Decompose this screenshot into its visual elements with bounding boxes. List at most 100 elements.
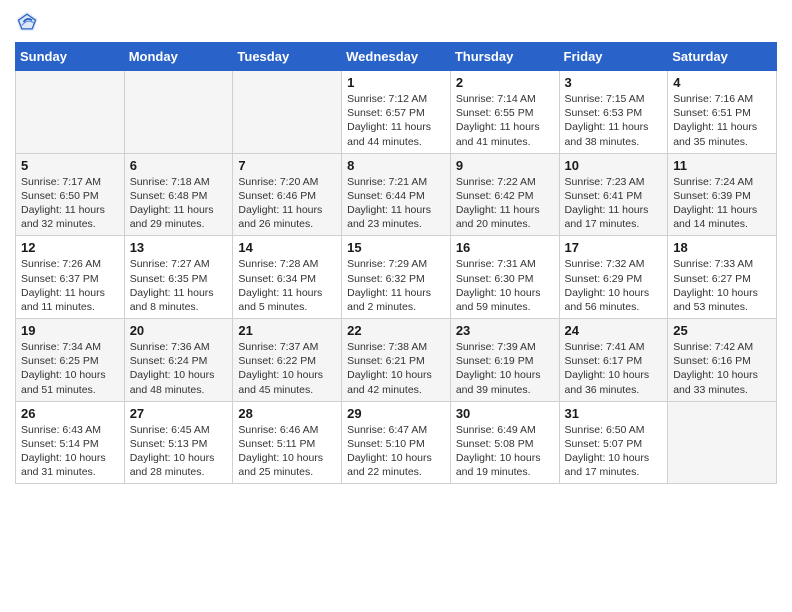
week-row-5: 26Sunrise: 6:43 AM Sunset: 5:14 PM Dayli… <box>16 401 777 484</box>
day-number: 18 <box>673 240 772 255</box>
day-cell <box>233 71 342 154</box>
day-cell: 30Sunrise: 6:49 AM Sunset: 5:08 PM Dayli… <box>450 401 559 484</box>
day-info: Sunrise: 7:29 AM Sunset: 6:32 PM Dayligh… <box>347 257 446 314</box>
day-info: Sunrise: 7:33 AM Sunset: 6:27 PM Dayligh… <box>673 257 772 314</box>
day-info: Sunrise: 7:28 AM Sunset: 6:34 PM Dayligh… <box>238 257 337 314</box>
weekday-header-saturday: Saturday <box>668 43 777 71</box>
day-cell: 10 Sunrise: 7:23 AM Sunset: 6:41 PM Dayli… <box>559 153 668 236</box>
day-number: 1 <box>347 75 446 90</box>
day-cell: 1 Sunrise: 7:12 AM Sunset: 6:57 PM Daylig… <box>342 71 451 154</box>
day-info: Sunrise: 7:15 AM Sunset: 6:53 PM Dayligh… <box>565 92 664 149</box>
logo-icon <box>15 10 39 34</box>
day-number: 29 <box>347 406 446 421</box>
day-info: Sunrise: 7:23 AM Sunset: 6:41 PM Dayligh… <box>565 175 664 232</box>
weekday-header-monday: Monday <box>124 43 233 71</box>
day-number: 23 <box>456 323 555 338</box>
week-row-1: 1 Sunrise: 7:12 AM Sunset: 6:57 PM Daylig… <box>16 71 777 154</box>
weekday-header-thursday: Thursday <box>450 43 559 71</box>
day-info: Sunrise: 7:39 AM Sunset: 6:19 PM Dayligh… <box>456 340 555 397</box>
day-cell: 4 Sunrise: 7:16 AM Sunset: 6:51 PM Daylig… <box>668 71 777 154</box>
day-info: Sunrise: 7:36 AM Sunset: 6:24 PM Dayligh… <box>130 340 229 397</box>
day-cell: 27Sunrise: 6:45 AM Sunset: 5:13 PM Dayli… <box>124 401 233 484</box>
day-info: Sunrise: 7:17 AM Sunset: 6:50 PM Dayligh… <box>21 175 120 232</box>
logo <box>15 10 41 34</box>
day-cell: 31 Sunrise: 6:50 AM Sunset: 5:07 PM Dayli… <box>559 401 668 484</box>
day-cell: 23 Sunrise: 7:39 AM Sunset: 6:19 PM Dayli… <box>450 319 559 402</box>
day-info: Sunrise: 6:50 AM Sunset: 5:07 PM Dayligh… <box>565 423 664 480</box>
day-number: 28 <box>238 406 337 421</box>
day-cell: 6 Sunrise: 7:18 AM Sunset: 6:48 PM Daylig… <box>124 153 233 236</box>
day-info: Sunrise: 7:22 AM Sunset: 6:42 PM Dayligh… <box>456 175 555 232</box>
day-number: 26 <box>21 406 120 421</box>
day-number: 8 <box>347 158 446 173</box>
day-cell: 26Sunrise: 6:43 AM Sunset: 5:14 PM Dayli… <box>16 401 125 484</box>
day-number: 9 <box>456 158 555 173</box>
day-info: Sunrise: 7:18 AM Sunset: 6:48 PM Dayligh… <box>130 175 229 232</box>
day-info: Sunrise: 6:49 AM Sunset: 5:08 PM Dayligh… <box>456 423 555 480</box>
day-number: 12 <box>21 240 120 255</box>
day-number: 14 <box>238 240 337 255</box>
week-row-2: 5 Sunrise: 7:17 AM Sunset: 6:50 PM Daylig… <box>16 153 777 236</box>
day-cell: 3Sunrise: 7:15 AM Sunset: 6:53 PM Daylig… <box>559 71 668 154</box>
day-info: Sunrise: 7:12 AM Sunset: 6:57 PM Dayligh… <box>347 92 446 149</box>
day-info: Sunrise: 7:26 AM Sunset: 6:37 PM Dayligh… <box>21 257 120 314</box>
day-info: Sunrise: 7:41 AM Sunset: 6:17 PM Dayligh… <box>565 340 664 397</box>
day-info: Sunrise: 7:32 AM Sunset: 6:29 PM Dayligh… <box>565 257 664 314</box>
day-cell: 21 Sunrise: 7:37 AM Sunset: 6:22 PM Dayli… <box>233 319 342 402</box>
day-number: 19 <box>21 323 120 338</box>
day-number: 7 <box>238 158 337 173</box>
weekday-header-wednesday: Wednesday <box>342 43 451 71</box>
day-cell: 17 Sunrise: 7:32 AM Sunset: 6:29 PM Dayli… <box>559 236 668 319</box>
day-info: Sunrise: 7:38 AM Sunset: 6:21 PM Dayligh… <box>347 340 446 397</box>
day-cell: 14 Sunrise: 7:28 AM Sunset: 6:34 PM Dayli… <box>233 236 342 319</box>
day-number: 11 <box>673 158 772 173</box>
day-cell: 25Sunrise: 7:42 AM Sunset: 6:16 PM Dayli… <box>668 319 777 402</box>
day-info: Sunrise: 7:20 AM Sunset: 6:46 PM Dayligh… <box>238 175 337 232</box>
day-cell: 28Sunrise: 6:46 AM Sunset: 5:11 PM Dayli… <box>233 401 342 484</box>
day-cell <box>124 71 233 154</box>
day-cell: 13 Sunrise: 7:27 AM Sunset: 6:35 PM Dayli… <box>124 236 233 319</box>
calendar-table: SundayMondayTuesdayWednesdayThursdayFrid… <box>15 42 777 484</box>
day-number: 10 <box>565 158 664 173</box>
header <box>15 10 777 34</box>
day-cell: 11 Sunrise: 7:24 AM Sunset: 6:39 PM Dayli… <box>668 153 777 236</box>
day-cell <box>668 401 777 484</box>
day-number: 17 <box>565 240 664 255</box>
day-info: Sunrise: 7:34 AM Sunset: 6:25 PM Dayligh… <box>21 340 120 397</box>
day-number: 21 <box>238 323 337 338</box>
day-number: 27 <box>130 406 229 421</box>
day-number: 16 <box>456 240 555 255</box>
week-row-3: 12 Sunrise: 7:26 AM Sunset: 6:37 PM Dayli… <box>16 236 777 319</box>
day-cell: 19 Sunrise: 7:34 AM Sunset: 6:25 PM Dayli… <box>16 319 125 402</box>
day-info: Sunrise: 7:16 AM Sunset: 6:51 PM Dayligh… <box>673 92 772 149</box>
day-number: 5 <box>21 158 120 173</box>
weekday-header-row: SundayMondayTuesdayWednesdayThursdayFrid… <box>16 43 777 71</box>
day-cell: 9 Sunrise: 7:22 AM Sunset: 6:42 PM Daylig… <box>450 153 559 236</box>
day-number: 15 <box>347 240 446 255</box>
day-info: Sunrise: 7:37 AM Sunset: 6:22 PM Dayligh… <box>238 340 337 397</box>
day-number: 13 <box>130 240 229 255</box>
day-number: 22 <box>347 323 446 338</box>
day-cell: 12 Sunrise: 7:26 AM Sunset: 6:37 PM Dayli… <box>16 236 125 319</box>
day-number: 6 <box>130 158 229 173</box>
day-cell: 7 Sunrise: 7:20 AM Sunset: 6:46 PM Daylig… <box>233 153 342 236</box>
day-number: 20 <box>130 323 229 338</box>
day-cell: 16 Sunrise: 7:31 AM Sunset: 6:30 PM Dayli… <box>450 236 559 319</box>
weekday-header-tuesday: Tuesday <box>233 43 342 71</box>
day-number: 31 <box>565 406 664 421</box>
day-info: Sunrise: 7:42 AM Sunset: 6:16 PM Dayligh… <box>673 340 772 397</box>
day-info: Sunrise: 6:47 AM Sunset: 5:10 PM Dayligh… <box>347 423 446 480</box>
day-info: Sunrise: 7:27 AM Sunset: 6:35 PM Dayligh… <box>130 257 229 314</box>
weekday-header-friday: Friday <box>559 43 668 71</box>
day-cell: 15 Sunrise: 7:29 AM Sunset: 6:32 PM Dayli… <box>342 236 451 319</box>
page: SundayMondayTuesdayWednesdayThursdayFrid… <box>0 0 792 612</box>
day-cell: 22 Sunrise: 7:38 AM Sunset: 6:21 PM Dayli… <box>342 319 451 402</box>
day-info: Sunrise: 7:31 AM Sunset: 6:30 PM Dayligh… <box>456 257 555 314</box>
day-cell: 8Sunrise: 7:21 AM Sunset: 6:44 PM Daylig… <box>342 153 451 236</box>
day-cell: 2Sunrise: 7:14 AM Sunset: 6:55 PM Daylig… <box>450 71 559 154</box>
day-cell: 20 Sunrise: 7:36 AM Sunset: 6:24 PM Dayli… <box>124 319 233 402</box>
day-cell: 24Sunrise: 7:41 AM Sunset: 6:17 PM Dayli… <box>559 319 668 402</box>
day-info: Sunrise: 7:24 AM Sunset: 6:39 PM Dayligh… <box>673 175 772 232</box>
day-number: 4 <box>673 75 772 90</box>
weekday-header-sunday: Sunday <box>16 43 125 71</box>
